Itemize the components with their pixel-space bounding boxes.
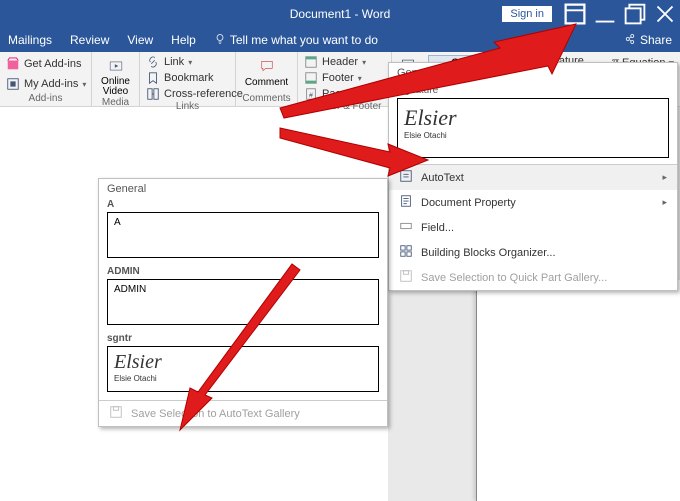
gallery-entry-preview[interactable]: Elsier Elsie Otachi bbox=[397, 98, 669, 158]
field-icon bbox=[399, 219, 413, 236]
menu-field[interactable]: Field... bbox=[389, 215, 677, 240]
signature-preview-text: Elsier bbox=[404, 105, 662, 131]
autotext-icon bbox=[399, 169, 413, 186]
chevron-down-icon: ▾ bbox=[188, 58, 192, 67]
save-icon bbox=[399, 269, 413, 286]
link-icon bbox=[146, 55, 160, 69]
group-label-hf: Header & Footer bbox=[304, 101, 385, 114]
svg-text:#: # bbox=[309, 93, 313, 100]
ribbon-tabs: Mailings Review View Help Tell me what y… bbox=[0, 28, 680, 52]
group-label-addins: Add-ins bbox=[6, 93, 85, 106]
menu-document-property[interactable]: Document Property ▸ bbox=[389, 190, 677, 215]
autotext-entry[interactable]: ADMIN ADMIN bbox=[107, 266, 379, 325]
cross-reference-icon bbox=[146, 87, 160, 101]
restore-button[interactable] bbox=[620, 0, 650, 28]
signature-preview-sub: Elsie Otachi bbox=[404, 131, 662, 140]
autotext-gallery: General A A ADMIN ADMIN sgntr Elsier Els… bbox=[98, 178, 388, 427]
close-button[interactable] bbox=[650, 0, 680, 28]
chevron-right-icon: ▸ bbox=[662, 172, 667, 183]
tell-me[interactable]: Tell me what you want to do bbox=[214, 33, 378, 48]
gallery-category: General bbox=[389, 63, 677, 83]
menu-save-to-autotext-gallery: Save Selection to AutoText Gallery bbox=[99, 401, 387, 426]
tab-mailings[interactable]: Mailings bbox=[8, 33, 52, 47]
tab-help[interactable]: Help bbox=[171, 33, 196, 47]
group-label-links: Links bbox=[146, 101, 229, 114]
cross-reference-button[interactable]: Cross-reference bbox=[146, 87, 229, 101]
group-label-media: Media bbox=[98, 97, 133, 110]
save-icon bbox=[109, 405, 123, 422]
share-button[interactable]: Share bbox=[624, 33, 672, 48]
tab-view[interactable]: View bbox=[127, 33, 153, 47]
footer-icon bbox=[304, 71, 318, 85]
chevron-down-icon: ▾ bbox=[82, 80, 86, 89]
bookmark-button[interactable]: Bookmark bbox=[146, 71, 229, 85]
quick-parts-gallery: General signature Elsier Elsie Otachi Au… bbox=[388, 62, 678, 291]
document-page[interactable] bbox=[476, 280, 680, 501]
footer-button[interactable]: Footer▾ bbox=[304, 71, 385, 85]
menu-building-blocks-organizer[interactable]: Building Blocks Organizer... bbox=[389, 240, 677, 265]
autotext-entry[interactable]: A A bbox=[107, 199, 379, 258]
document-property-icon bbox=[399, 194, 413, 211]
chevron-down-icon: ▾ bbox=[358, 74, 362, 83]
gallery-category: General bbox=[99, 179, 387, 199]
group-label-comments: Comments bbox=[242, 93, 291, 106]
link-button[interactable]: Link▾ bbox=[146, 55, 229, 69]
share-icon bbox=[624, 33, 636, 48]
autotext-entry[interactable]: sgntr Elsier Elsie Otachi bbox=[107, 333, 379, 392]
page-number-button[interactable]: #Page Number▾ bbox=[304, 87, 385, 101]
get-addins-button[interactable]: Get Add-ins bbox=[6, 57, 85, 71]
chevron-down-icon: ▾ bbox=[362, 58, 366, 67]
building-blocks-icon bbox=[399, 244, 413, 261]
page-number-icon: # bbox=[304, 87, 318, 101]
addins-icon bbox=[6, 77, 20, 91]
ribbon-display-options[interactable] bbox=[560, 0, 590, 28]
gallery-entry-name: signature bbox=[397, 85, 669, 96]
header-button[interactable]: Header▾ bbox=[304, 55, 385, 69]
app-title: Document1 - Word bbox=[290, 7, 390, 21]
menu-autotext[interactable]: AutoText ▸ bbox=[389, 165, 677, 190]
tab-review[interactable]: Review bbox=[70, 33, 109, 47]
store-icon bbox=[6, 57, 20, 71]
online-video-icon[interactable] bbox=[105, 55, 127, 77]
lightbulb-icon bbox=[214, 33, 226, 48]
sign-in-button[interactable]: Sign in bbox=[502, 6, 552, 22]
menu-save-to-quick-part-gallery: Save Selection to Quick Part Gallery... bbox=[389, 265, 677, 290]
my-addins-button[interactable]: My Add-ins ▾ bbox=[6, 77, 85, 91]
titlebar: Document1 - Word Sign in bbox=[0, 0, 680, 28]
bookmark-icon bbox=[146, 71, 160, 85]
minimize-button[interactable] bbox=[590, 0, 620, 28]
header-icon bbox=[304, 55, 318, 69]
chevron-right-icon: ▸ bbox=[662, 197, 667, 208]
comment-icon[interactable] bbox=[256, 55, 278, 77]
